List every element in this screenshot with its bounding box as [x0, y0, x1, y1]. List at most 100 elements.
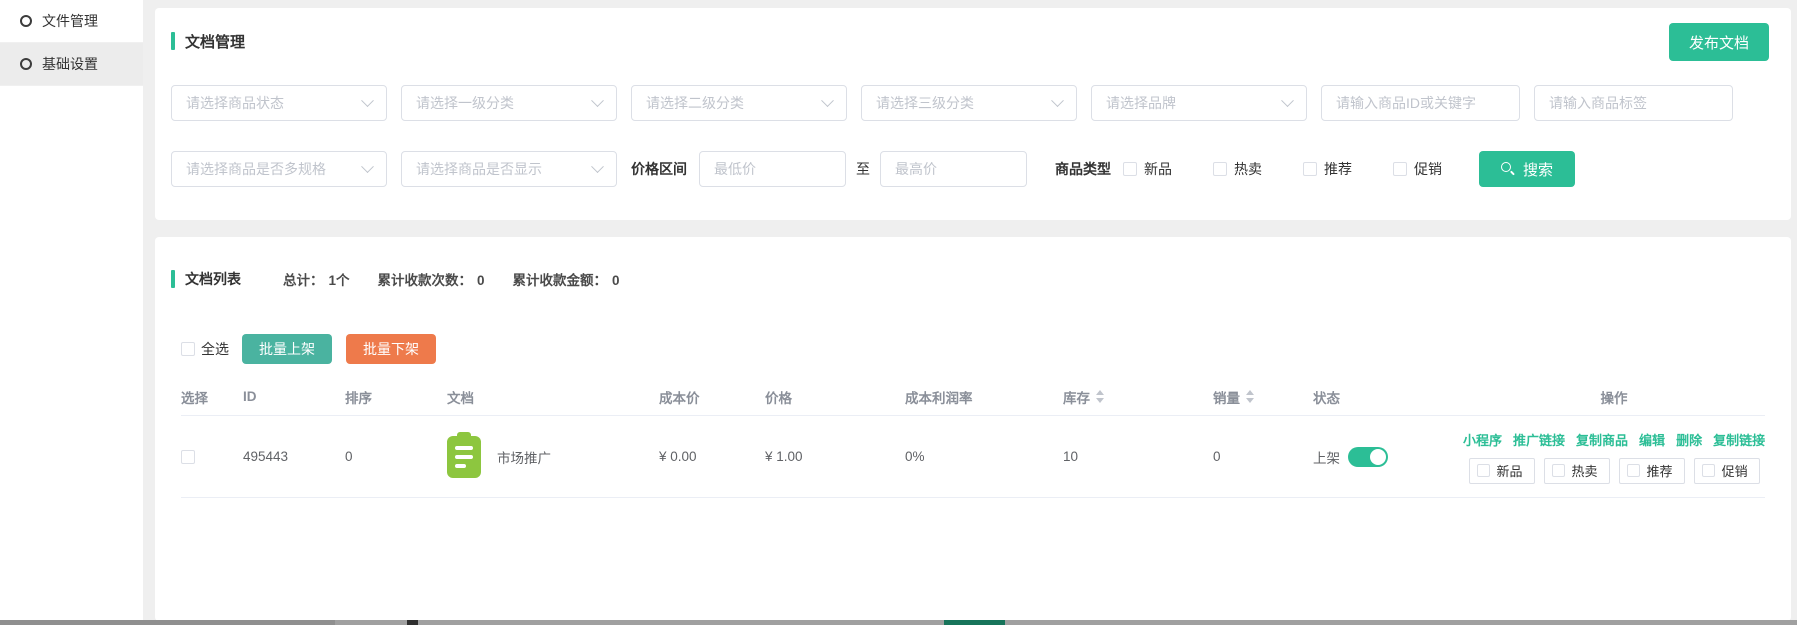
stock-sorter[interactable] — [1096, 390, 1104, 403]
select-category-level1[interactable]: 请选择一级分类 — [401, 85, 617, 121]
scrollbar-track-segment — [0, 620, 335, 625]
checkbox-icon[interactable] — [1213, 162, 1227, 176]
select-placeholder: 请选择品牌 — [1106, 93, 1176, 113]
scrollbar-green-mark — [944, 620, 1005, 625]
checkbox-icon[interactable] — [1393, 162, 1407, 176]
price-range-label: 价格区间 — [631, 159, 687, 179]
min-price-input[interactable] — [699, 151, 846, 187]
checkbox-new[interactable]: 新品 — [1123, 159, 1172, 179]
select-visibility[interactable]: 请选择商品是否显示 — [401, 151, 617, 187]
col-header-profit-rate: 成本利润率 — [905, 387, 1063, 407]
list-title-wrap: 文档列表 — [171, 269, 241, 289]
tag-chip-recommend[interactable]: 推荐 — [1619, 458, 1685, 484]
tag-chip-new[interactable]: 新品 — [1469, 458, 1535, 484]
select-placeholder: 请选择一级分类 — [416, 93, 514, 113]
stat-label: 累计收款次数： — [378, 273, 473, 288]
sales-sorter[interactable] — [1246, 390, 1254, 403]
col-header-status: 状态 — [1313, 387, 1463, 407]
row-checkbox[interactable] — [181, 450, 195, 464]
select-category-level3[interactable]: 请选择三级分类 — [861, 85, 1077, 121]
tag-label: 促销 — [1722, 461, 1748, 480]
filter-row-2: 请选择商品是否多规格 请选择商品是否显示 价格区间 至 商品类型 新品 — [171, 151, 1769, 187]
edit-link[interactable]: 编辑 — [1639, 430, 1665, 449]
select-placeholder: 请选择商品是否显示 — [416, 159, 542, 179]
select-multi-spec[interactable]: 请选择商品是否多规格 — [171, 151, 387, 187]
mini-program-link[interactable]: 小程序 — [1463, 430, 1502, 449]
select-product-status[interactable]: 请选择商品状态 — [171, 85, 387, 121]
checkbox-icon[interactable] — [1627, 464, 1640, 477]
status-label: 上架 — [1313, 447, 1340, 467]
copy-product-link[interactable]: 复制商品 — [1576, 430, 1628, 449]
checkbox-icon[interactable] — [1552, 464, 1565, 477]
stat-payment-amount: 累计收款金额：0 — [513, 269, 620, 289]
col-header-label: 销量 — [1213, 387, 1240, 407]
list-header: 文档列表 总计：1个 累计收款次数： 0 累计收款金额：0 — [171, 269, 1765, 289]
sidebar: 文件管理 基础设置 — [0, 0, 143, 620]
search-button-label: 搜索 — [1523, 159, 1553, 180]
page-title-wrap: 文档管理 — [171, 31, 245, 51]
checkbox-promotion[interactable]: 促销 — [1393, 159, 1442, 179]
product-tag-input[interactable] — [1534, 85, 1733, 121]
price-to-label: 至 — [856, 159, 870, 179]
table-header-row: 选择 ID 排序 文档 成本价 价格 成本利润率 库存 销量 状态 — [181, 378, 1765, 416]
doc-title: 市场推广 — [497, 447, 551, 467]
sort-caret-down-icon[interactable] — [1096, 398, 1104, 403]
product-type-checkbox-group: 新品 热卖 推荐 促销 — [1123, 159, 1483, 179]
checkbox-label: 促销 — [1414, 159, 1442, 179]
product-type-label: 商品类型 — [1055, 159, 1111, 179]
circle-icon — [20, 58, 32, 70]
search-icon — [1501, 162, 1515, 176]
promo-link-link[interactable]: 推广链接 — [1513, 430, 1565, 449]
checkbox-icon[interactable] — [1303, 162, 1317, 176]
batch-off-shelf-button[interactable]: 批量下架 — [346, 334, 436, 364]
circle-icon — [20, 15, 32, 27]
sort-caret-up-icon[interactable] — [1246, 390, 1254, 395]
title-accent-bar — [171, 32, 175, 50]
row-actions-cell: 小程序 推广链接 复制商品 编辑 删除 复制链接 新品 — [1463, 430, 1765, 484]
checkbox-icon[interactable] — [1123, 162, 1137, 176]
chevron-down-icon — [361, 94, 374, 107]
list-title: 文档列表 — [185, 269, 241, 289]
select-placeholder: 请选择商品是否多规格 — [186, 159, 326, 179]
chevron-down-icon — [821, 94, 834, 107]
select-brand[interactable]: 请选择品牌 — [1091, 85, 1307, 121]
sidebar-item-label: 基础设置 — [42, 54, 98, 74]
select-category-level2[interactable]: 请选择二级分类 — [631, 85, 847, 121]
publish-document-button[interactable]: 发布文档 — [1669, 23, 1769, 61]
max-price-input[interactable] — [880, 151, 1027, 187]
col-header-price: 价格 — [765, 387, 905, 407]
sort-caret-up-icon[interactable] — [1096, 390, 1104, 395]
product-id-keyword-input[interactable] — [1321, 85, 1520, 121]
document-list-panel: 文档列表 总计：1个 累计收款次数： 0 累计收款金额：0 全选 批量上架 批量下… — [155, 237, 1791, 621]
horizontal-scrollbar[interactable] — [0, 620, 1797, 625]
stat-total: 总计：1个 — [283, 269, 350, 289]
row-price-cell: ¥ 1.00 — [765, 449, 905, 464]
sort-caret-down-icon[interactable] — [1246, 398, 1254, 403]
status-toggle[interactable] — [1348, 447, 1388, 467]
chevron-down-icon — [591, 94, 604, 107]
tag-label: 热卖 — [1572, 461, 1598, 480]
checkbox-icon[interactable] — [1477, 464, 1490, 477]
admin-app: 文件管理 基础设置 文档管理 发布文档 请选择商品状态 — [0, 0, 1797, 625]
col-header-doc: 文档 — [447, 387, 659, 407]
tag-chip-promotion[interactable]: 促销 — [1694, 458, 1760, 484]
page-title: 文档管理 — [185, 31, 245, 52]
delete-link[interactable]: 删除 — [1676, 430, 1702, 449]
select-all-checkbox[interactable] — [181, 342, 195, 356]
batch-actions-row: 全选 批量上架 批量下架 — [181, 334, 1765, 364]
search-button[interactable]: 搜索 — [1479, 151, 1575, 187]
tag-chip-hot[interactable]: 热卖 — [1544, 458, 1610, 484]
stat-value: 0 — [612, 273, 620, 288]
checkbox-label: 推荐 — [1324, 159, 1352, 179]
checkbox-recommend[interactable]: 推荐 — [1303, 159, 1352, 179]
copy-url-link[interactable]: 复制链接 — [1713, 430, 1765, 449]
checkbox-icon[interactable] — [1702, 464, 1715, 477]
row-doc-cell: 市场推广 — [447, 436, 659, 478]
col-header-cost-price: 成本价 — [659, 387, 765, 407]
main-content: 文档管理 发布文档 请选择商品状态 请选择一级分类 请选择二级分类 — [143, 0, 1797, 625]
sidebar-item-basic-settings[interactable]: 基础设置 — [0, 43, 143, 86]
batch-on-shelf-button[interactable]: 批量上架 — [242, 334, 332, 364]
sidebar-item-file-management[interactable]: 文件管理 — [0, 0, 143, 43]
scrollbar-dark-mark — [407, 620, 418, 625]
checkbox-hot[interactable]: 热卖 — [1213, 159, 1262, 179]
